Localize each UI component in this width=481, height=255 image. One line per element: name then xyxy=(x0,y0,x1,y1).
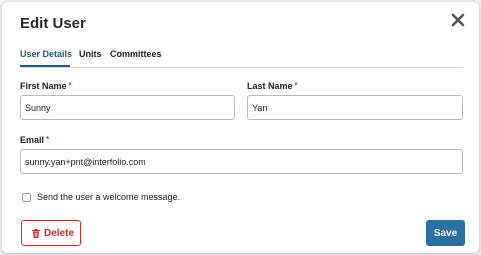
save-button[interactable]: Save xyxy=(426,220,465,246)
first-name-label: First Name * xyxy=(20,81,72,91)
first-name-label-text: First Name xyxy=(20,81,67,91)
tab-committees[interactable]: Committees xyxy=(110,48,162,66)
delete-button[interactable]: Delete xyxy=(21,220,81,246)
tab-user-details-label: User Details xyxy=(20,49,73,59)
tab-bar: User Details Units Committees xyxy=(20,48,463,68)
tab-units[interactable]: Units xyxy=(79,48,102,66)
close-icon[interactable] xyxy=(451,13,465,27)
email-field[interactable] xyxy=(20,149,463,174)
email-label-text: Email xyxy=(20,135,45,145)
trash-icon xyxy=(32,229,40,238)
delete-button-label: Delete xyxy=(44,228,75,239)
tab-committees-label: Committees xyxy=(110,49,162,59)
tab-units-label: Units xyxy=(79,49,102,59)
tab-user-details[interactable]: User Details xyxy=(20,48,72,66)
last-name-field[interactable] xyxy=(247,95,463,120)
active-tab-indicator xyxy=(20,65,70,67)
required-marker: * xyxy=(46,135,50,144)
required-marker: * xyxy=(68,81,72,90)
first-name-field[interactable] xyxy=(20,95,235,120)
last-name-label: Last Name * xyxy=(247,81,298,91)
last-name-label-text: Last Name xyxy=(247,81,293,91)
email-label: Email * xyxy=(20,135,49,145)
welcome-message-checkbox[interactable] xyxy=(22,193,31,202)
required-marker: * xyxy=(294,81,298,90)
dialog-title: Edit User xyxy=(20,15,86,32)
edit-user-dialog: Edit User User Details Units Committees … xyxy=(2,2,479,253)
welcome-message-label[interactable]: Send the user a welcome message. xyxy=(37,192,180,202)
